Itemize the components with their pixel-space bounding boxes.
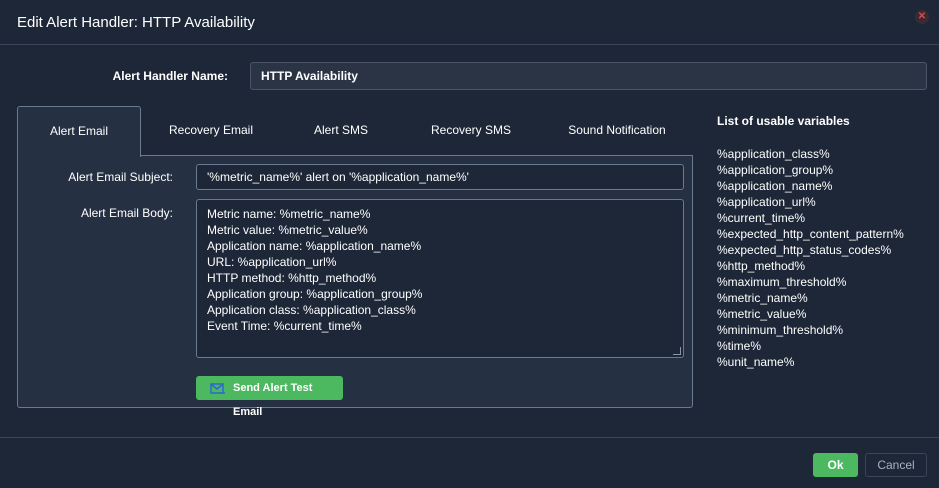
variable-item: %http_method% bbox=[717, 259, 806, 273]
tab-recovery-email[interactable]: Recovery Email bbox=[151, 106, 271, 156]
resize-handle[interactable] bbox=[673, 347, 681, 355]
dialog-header: Edit Alert Handler: HTTP Availability ✕ bbox=[0, 0, 939, 45]
variable-item: %metric_value% bbox=[717, 307, 807, 321]
tab-alert-email[interactable]: Alert Email bbox=[17, 106, 141, 157]
variables-list: %application_class% %application_group% … bbox=[717, 146, 932, 370]
body-line: HTTP method: %http_method% bbox=[207, 271, 377, 285]
tab-bar: Alert Email Recovery Email Alert SMS Rec… bbox=[17, 106, 693, 157]
ok-button[interactable]: Ok bbox=[813, 453, 858, 477]
body-line: Event Time: %current_time% bbox=[207, 319, 362, 333]
body-line: Application class: %application_class% bbox=[207, 303, 416, 317]
variables-title: List of usable variables bbox=[717, 114, 850, 128]
body-line: Application name: %application_name% bbox=[207, 239, 422, 253]
footer-divider bbox=[0, 437, 939, 438]
close-icon[interactable]: ✕ bbox=[915, 10, 929, 24]
subject-input[interactable] bbox=[196, 164, 684, 190]
body-textarea[interactable]: Metric name: %metric_name% Metric value:… bbox=[196, 199, 684, 358]
variable-item: %application_class% bbox=[717, 147, 830, 161]
handler-name-label: Alert Handler Name: bbox=[112, 69, 228, 83]
tab-recovery-sms[interactable]: Recovery SMS bbox=[417, 106, 525, 156]
variable-item: %expected_http_content_pattern% bbox=[717, 227, 904, 241]
variable-item: %time% bbox=[717, 339, 762, 353]
handler-name-input[interactable] bbox=[250, 62, 927, 90]
variable-item: %minimum_threshold% bbox=[717, 323, 844, 337]
subject-label: Alert Email Subject: bbox=[68, 170, 173, 184]
variable-item: %current_time% bbox=[717, 211, 806, 225]
tab-alert-sms[interactable]: Alert SMS bbox=[285, 106, 397, 156]
variable-item: %maximum_threshold% bbox=[717, 275, 847, 289]
body-line: Application group: %application_group% bbox=[207, 287, 423, 301]
body-line: Metric value: %metric_value% bbox=[207, 223, 368, 237]
body-line: URL: %application_url% bbox=[207, 255, 337, 269]
variable-item: %application_url% bbox=[717, 195, 816, 209]
variable-item: %application_group% bbox=[717, 163, 834, 177]
body-label: Alert Email Body: bbox=[80, 206, 173, 220]
variable-item: %unit_name% bbox=[717, 355, 795, 369]
send-test-email-label: Send Alert Test Email bbox=[233, 382, 313, 418]
dialog-title: Edit Alert Handler: HTTP Availability bbox=[17, 14, 255, 31]
variable-item: %application_name% bbox=[717, 179, 833, 193]
send-test-email-button[interactable]: Send Alert Test Email bbox=[196, 376, 343, 418]
variable-item: %metric_name% bbox=[717, 291, 808, 305]
edit-alert-handler-dialog: Edit Alert Handler: HTTP Availability ✕ … bbox=[0, 0, 939, 488]
variable-item: %expected_http_status_codes% bbox=[717, 243, 892, 257]
tab-sound-notification[interactable]: Sound Notification bbox=[551, 106, 683, 156]
body-line: Metric name: %metric_name% bbox=[207, 207, 371, 221]
cancel-button[interactable]: Cancel bbox=[865, 453, 927, 477]
mail-icon bbox=[210, 381, 226, 395]
